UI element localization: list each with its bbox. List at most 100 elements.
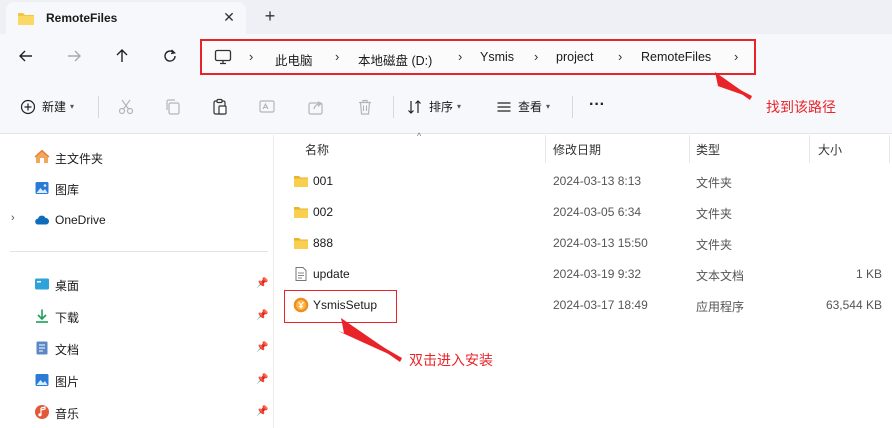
chevron-right-icon: › [335,49,340,64]
file-size: 63,544 KB [825,298,882,312]
folder-icon [294,207,308,218]
file-type: 文件夹 [696,176,733,190]
table-row[interactable]: update 2024-03-19 9:32 文本文档 1 KB [275,259,892,290]
pin-icon[interactable]: 📌 [256,342,268,353]
chevron-right-icon: › [618,49,623,64]
file-type: 文件夹 [696,207,733,221]
folder-icon [18,13,34,25]
table-row[interactable]: 888 2024-03-13 15:50 文件夹 [275,228,892,259]
cut-icon[interactable] [117,98,135,116]
paste-icon[interactable] [211,98,229,116]
sidebar-item-label: 图片 [55,375,80,389]
column-divider[interactable] [689,135,690,163]
column-divider[interactable] [889,135,890,163]
chevron-right-icon: › [249,49,254,64]
chevron-right-icon[interactable]: › [11,212,15,224]
picture-icon [35,374,49,386]
close-icon[interactable]: ✕ [220,8,238,26]
file-name: 002 [313,205,334,219]
sidebar-item-music[interactable]: 音乐 📌 [0,399,274,425]
sidebar-item-onedrive[interactable]: › OneDrive [0,207,274,233]
pin-icon[interactable]: 📌 [256,278,268,289]
file-type: 文件夹 [696,238,733,252]
share-icon[interactable] [307,98,325,116]
pin-icon[interactable]: 📌 [256,374,268,385]
sidebar-item-desktop[interactable]: 桌面 📌 [0,271,274,297]
back-button[interactable] [14,44,38,68]
chevron-right-icon: › [534,49,539,64]
sidebar-item-gallery[interactable]: 图库 [0,175,274,201]
column-header-name[interactable]: 名称 [305,141,329,158]
file-type: 文本文档 [696,269,745,283]
sidebar-item-label: 主文件夹 [55,152,104,166]
gallery-icon [35,182,49,194]
trash-icon[interactable] [356,98,374,116]
chevron-right-icon: › [458,49,463,64]
sidebar-item-label: 图库 [55,183,80,197]
tab-remotefiles[interactable]: RemoteFiles ✕ [6,2,246,34]
refresh-button[interactable] [158,44,182,68]
rename-icon[interactable] [258,98,276,116]
sidebar-item-label: 桌面 [55,279,80,293]
column-header-size[interactable]: 大小 [818,141,842,158]
sidebar-item-home[interactable]: 主文件夹 [0,144,274,170]
chevron-right-icon[interactable]: › [734,49,738,64]
view-button-label: 查看 [518,100,543,114]
sort-button[interactable]: 排序 ▾ [407,98,461,115]
breadcrumb-item[interactable]: project [556,50,594,64]
plus-circle-icon [20,99,36,114]
column-header-date[interactable]: 修改日期 [553,141,601,158]
column-header-type[interactable]: 类型 [696,141,720,158]
breadcrumb-item[interactable]: RemoteFiles [641,50,711,64]
sidebar-item-pictures[interactable]: 图片 📌 [0,367,274,393]
file-name: 001 [313,174,334,188]
annotation-highlight-box [284,290,397,323]
file-date: 2024-03-13 15:50 [553,236,648,250]
pin-icon[interactable]: 📌 [256,310,268,321]
forward-button[interactable] [62,44,86,68]
view-button[interactable]: 查看 ▾ [496,98,550,115]
arrow-left-icon [19,50,32,62]
desktop-icon [35,278,49,290]
new-button[interactable]: 新建 ▾ [20,98,74,115]
chevron-down-icon: ▾ [70,102,75,111]
table-row[interactable]: 001 2024-03-13 8:13 文件夹 [275,166,892,197]
column-divider[interactable] [545,135,546,163]
copy-icon[interactable] [164,98,182,116]
sidebar-item-label: OneDrive [55,213,106,227]
column-divider[interactable] [809,135,810,163]
breadcrumb-item[interactable]: 此电脑 [275,50,313,69]
title-bar: RemoteFiles ✕ + [0,0,892,34]
sort-ascending-icon: ^ [417,131,422,141]
address-bar[interactable]: › 此电脑 › 本地磁盘 (D:) › Ysmis › project › Re… [200,39,756,75]
breadcrumb-item[interactable]: 本地磁盘 (D:) [358,50,432,69]
file-date: 2024-03-13 8:13 [553,174,642,188]
new-button-label: 新建 [42,100,67,114]
command-bar: 新建 ▾ 排序 ▾ 查看 ▾ ··· [0,80,892,134]
pin-icon[interactable]: 📌 [256,406,268,417]
document-icon [36,341,48,355]
file-date: 2024-03-05 6:34 [553,205,642,219]
file-list: ^ 名称 修改日期 类型 大小 001 2024-03-13 8:13 文件夹 … [275,131,892,428]
sidebar-item-documents[interactable]: 文档 📌 [0,335,274,361]
refresh-icon [164,49,176,62]
download-icon [36,309,48,323]
divider [98,96,99,118]
file-date: 2024-03-17 18:49 [553,298,648,312]
up-button[interactable] [110,44,134,68]
arrow-up-icon [116,49,128,62]
table-row[interactable]: 002 2024-03-05 6:34 文件夹 [275,197,892,228]
sidebar-item-downloads[interactable]: 下载 📌 [0,303,274,329]
new-tab-button[interactable]: + [260,6,280,26]
file-date: 2024-03-19 9:32 [553,267,642,281]
computer-icon [214,49,232,65]
annotation-path-note: 找到该路径 [766,99,836,115]
view-list-icon [497,101,511,112]
tab-title: RemoteFiles [46,11,118,25]
chevron-down-icon: ▾ [546,102,551,111]
navigation-bar: › 此电脑 › 本地磁盘 (D:) › Ysmis › project › Re… [0,34,892,80]
breadcrumb-item[interactable]: Ysmis [480,50,514,64]
music-icon [35,405,49,419]
more-options-button[interactable]: ··· [589,96,605,114]
file-name: update [313,267,350,281]
